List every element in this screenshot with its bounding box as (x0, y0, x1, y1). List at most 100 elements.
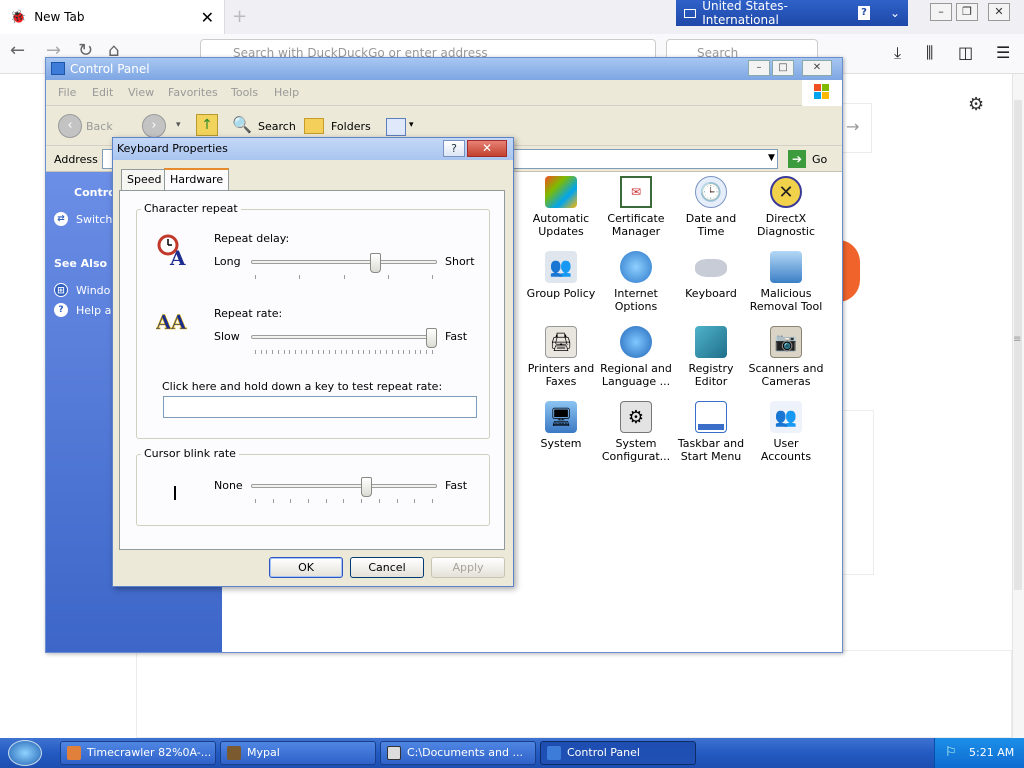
menu-view[interactable]: View (128, 86, 154, 99)
cursor-blink-max-label: Fast (445, 479, 468, 492)
back-arrow-icon[interactable]: ← (10, 40, 25, 61)
up-folder-icon[interactable]: ↑ (196, 114, 218, 136)
cp-minimize-button[interactable]: – (748, 60, 770, 76)
browser-restore-button[interactable]: ❐ (956, 3, 978, 21)
taskbar-icon (695, 401, 727, 433)
date-and-time-item[interactable]: 🕒 Date and Time (671, 176, 751, 238)
printer-icon: 🖨 (545, 326, 577, 358)
certificate-manager-item[interactable]: ✉ Certificate Manager (596, 176, 676, 238)
browser-tab[interactable]: 🐞 New Tab ✕ (0, 0, 225, 34)
dialog-help-button[interactable]: ? (443, 140, 465, 157)
taskbar-item-control-panel[interactable]: Control Panel (540, 741, 696, 765)
new-tab-button[interactable]: + (232, 6, 247, 27)
back-button-label[interactable]: Back (86, 120, 113, 133)
scroll-grip-icon: ≡ (1013, 334, 1022, 345)
ok-button[interactable]: OK (269, 557, 343, 578)
arrow-right-icon[interactable]: → (846, 117, 859, 136)
help-icon[interactable]: ? (858, 6, 870, 20)
dialog-close-button[interactable]: ✕ (467, 140, 507, 157)
system-item[interactable]: 🖥 System (521, 401, 601, 450)
slider-thumb[interactable] (361, 477, 372, 497)
library-icon[interactable]: ⫼ (926, 43, 933, 63)
cp-close-button[interactable]: ✕ (802, 60, 832, 76)
slider-thumb[interactable] (426, 328, 437, 348)
views-icon[interactable] (386, 118, 406, 136)
slider-thumb[interactable] (370, 253, 381, 273)
tab-speed[interactable]: Speed (121, 169, 168, 190)
browser-close-button[interactable]: ✕ (988, 3, 1010, 21)
repeat-rate-slider[interactable] (251, 328, 437, 354)
chevron-down-icon[interactable]: ▼ (768, 153, 775, 163)
switch-view-link[interactable]: Switch (76, 213, 112, 226)
go-button-label[interactable]: Go (812, 153, 827, 166)
directx-diagnostic-item[interactable]: ✕ DirectX Diagnostic (746, 176, 826, 238)
7zip-icon (387, 746, 401, 760)
scrollbar-thumb[interactable] (1014, 100, 1022, 590)
automatic-updates-item[interactable]: Automatic Updates (521, 176, 601, 238)
scanners-cameras-item[interactable]: 📷 Scanners and Cameras (746, 326, 826, 388)
chevron-down-icon[interactable]: ⌄ (890, 6, 900, 20)
menu-file[interactable]: File (58, 86, 76, 99)
internet-options-item[interactable]: Internet Options (596, 251, 676, 313)
certificate-icon: ✉ (620, 176, 652, 208)
folders-icon[interactable] (304, 118, 324, 134)
tab-hardware[interactable]: Hardware (164, 168, 230, 191)
cp-title-bar[interactable]: Control Panel (46, 58, 842, 80)
tab-title: New Tab (34, 10, 85, 24)
character-repeat-label: Character repeat (141, 202, 241, 215)
folders-button-label[interactable]: Folders (331, 120, 371, 133)
keyboard-item[interactable]: Keyboard (671, 251, 751, 300)
repeat-delay-slider[interactable] (251, 253, 437, 279)
network-icon[interactable]: ⚐ (945, 738, 957, 768)
taskbar-start-menu-item[interactable]: Taskbar and Start Menu (671, 401, 751, 463)
menu-help[interactable]: Help (274, 86, 299, 99)
tab-favicon-icon: 🐞 (10, 9, 27, 25)
svg-text:A: A (169, 246, 186, 267)
chevron-down-icon[interactable]: ▾ (176, 120, 181, 130)
registry-editor-item[interactable]: Registry Editor (671, 326, 751, 388)
control-panel-icon (51, 62, 65, 75)
menu-tools[interactable]: Tools (231, 86, 258, 99)
cp-maximize-button[interactable]: □ (772, 60, 794, 76)
search-icon[interactable]: 🔍 (232, 115, 252, 134)
search-button-label[interactable]: Search (258, 120, 296, 133)
language-bar[interactable]: United States-International ? ⌄ (676, 0, 908, 27)
menu-icon[interactable]: ☰ (996, 43, 1010, 62)
close-tab-icon[interactable]: ✕ (201, 8, 214, 27)
printers-and-faxes-item[interactable]: 🖨 Printers and Faxes (521, 326, 601, 388)
clock[interactable]: 5:21 AM (969, 746, 1014, 759)
start-button[interactable] (8, 740, 42, 766)
test-repeat-input[interactable] (163, 396, 477, 418)
apply-button[interactable]: Apply (431, 557, 505, 578)
repeat-delay-icon: A (156, 233, 190, 270)
system-configuration-item[interactable]: ⚙ System Configurat... (596, 401, 676, 463)
cursor-blink-slider[interactable] (251, 477, 437, 503)
download-icon[interactable]: ⤓ (894, 43, 901, 63)
cancel-button[interactable]: Cancel (350, 557, 424, 578)
go-arrow-icon[interactable]: ➔ (788, 150, 806, 168)
user-accounts-icon: 👥 (770, 401, 802, 433)
language-label: United States-International (702, 0, 788, 27)
windows-update-link[interactable]: Windo (76, 284, 110, 297)
back-icon[interactable]: ‹ (58, 114, 82, 138)
slider-track (251, 260, 437, 264)
menu-favorites[interactable]: Favorites (168, 86, 218, 99)
settings-gear-icon[interactable]: ⚙ (968, 94, 984, 115)
sidebar-icon[interactable]: ◫ (958, 43, 973, 62)
group-policy-item[interactable]: 👥 Group Policy (521, 251, 601, 300)
browser-minimize-button[interactable]: – (930, 3, 952, 21)
user-accounts-item[interactable]: 👥 User Accounts (746, 401, 826, 463)
windows-logo-icon (802, 80, 842, 106)
taskbar-item-documents[interactable]: C:\Documents and ... (380, 741, 536, 765)
menu-edit[interactable]: Edit (92, 86, 113, 99)
svg-text:A: A (170, 310, 187, 333)
taskbar-item-mypal[interactable]: Mypal (220, 741, 376, 765)
regional-language-item[interactable]: Regional and Language ... (596, 326, 676, 388)
taskbar-item-timecrawler[interactable]: Timecrawler 82%0A-... (60, 741, 216, 765)
chevron-down-icon[interactable]: ▾ (409, 120, 414, 130)
sidebar-heading: Contro (74, 186, 116, 199)
forward-icon[interactable]: › (142, 114, 166, 138)
help-support-link[interactable]: Help ar (76, 304, 116, 317)
repeat-delay-min-label: Long (214, 255, 241, 268)
malicious-removal-tool-item[interactable]: Malicious Removal Tool (746, 251, 826, 313)
